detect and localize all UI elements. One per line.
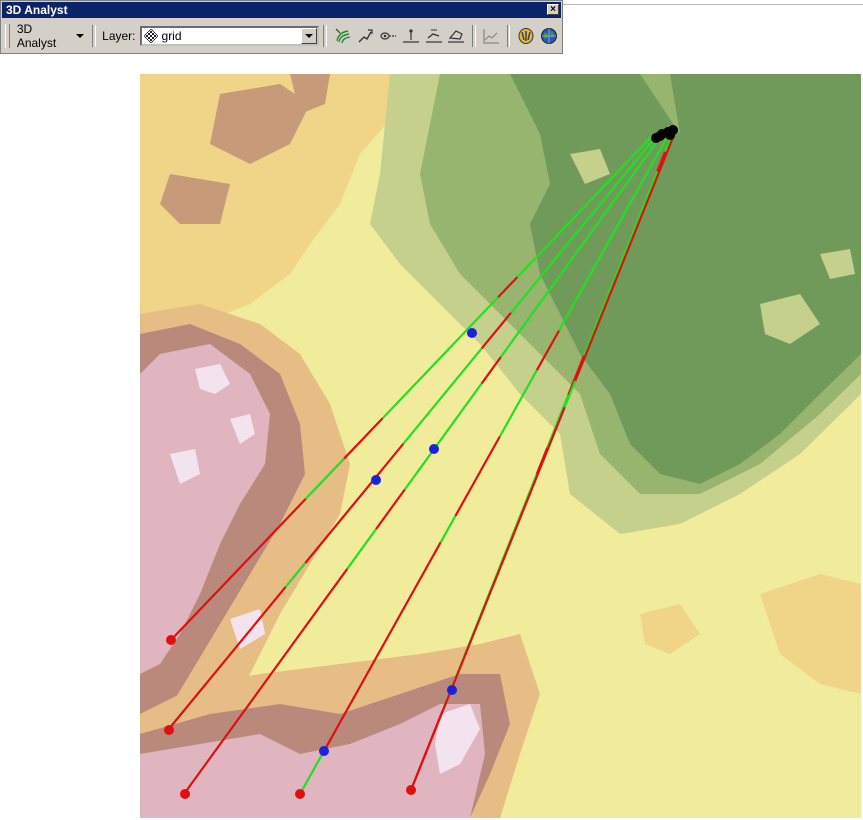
layer-dropdown[interactable]: grid	[139, 26, 320, 46]
target-point[interactable]	[406, 785, 416, 795]
interpolate-polygon-tool-icon	[448, 30, 465, 43]
obstruction-point[interactable]	[447, 685, 457, 695]
toolbar-separator	[323, 25, 328, 47]
3d-analyst-menu-button[interactable]: 3D Analyst	[13, 22, 88, 50]
obstruction-point[interactable]	[319, 746, 329, 756]
toolbar-separator	[471, 25, 476, 47]
steepest-path-tool-icon	[358, 29, 373, 43]
contour-tool-button[interactable]	[332, 25, 353, 47]
elevation-map-canvas[interactable]	[140, 74, 861, 818]
interpolate-point-tool-icon	[402, 29, 419, 43]
interpolate-point-tool-button[interactable]	[400, 25, 421, 47]
obstruction-point[interactable]	[467, 328, 477, 338]
toolbar-separator	[92, 25, 97, 47]
background-window-edge	[563, 0, 863, 5]
layer-label: Layer:	[102, 29, 136, 43]
toolbar-titlebar[interactable]: 3D Analyst ×	[2, 2, 561, 18]
toolbar-row: 3D Analyst Layer: grid	[3, 20, 560, 52]
target-point[interactable]	[166, 635, 176, 645]
chevron-down-icon	[305, 34, 314, 38]
toolbar-separator	[506, 25, 511, 47]
interpolate-line-tool-icon	[425, 29, 442, 43]
observer-point[interactable]	[665, 130, 675, 140]
raster-layer-icon	[143, 29, 158, 43]
profile-graph-tool-button[interactable]	[481, 25, 502, 47]
3d-analyst-toolbar: 3D Analyst × 3D Analyst Layer: grid	[0, 0, 563, 54]
arcscene-launch-button[interactable]	[515, 25, 536, 47]
menu-label: 3D Analyst	[16, 22, 57, 50]
steepest-path-tool-button[interactable]	[355, 25, 376, 47]
layer-selected-value: grid	[161, 29, 182, 43]
line-of-sight-tool-button[interactable]	[378, 25, 399, 47]
observer-point[interactable]	[655, 131, 665, 141]
interpolate-line-tool-button[interactable]	[423, 25, 444, 47]
arcglobe-launch-icon	[540, 28, 557, 44]
target-point[interactable]	[164, 725, 174, 735]
obstruction-point[interactable]	[429, 444, 439, 454]
toolbar-grip[interactable]	[5, 24, 10, 48]
chevron-down-icon	[76, 34, 85, 38]
close-button[interactable]: ×	[547, 4, 559, 15]
arcscene-launch-icon	[518, 28, 534, 44]
target-point[interactable]	[295, 789, 305, 799]
target-point[interactable]	[180, 789, 190, 799]
toolbar-title: 3D Analyst	[6, 3, 68, 17]
obstruction-point[interactable]	[371, 475, 381, 485]
line-of-sight-tool-icon	[380, 32, 397, 40]
contour-tool-icon	[335, 28, 350, 44]
map-display[interactable]	[140, 74, 861, 818]
layer-dropdown-button[interactable]	[301, 28, 318, 44]
interpolate-polygon-tool-button[interactable]	[446, 25, 467, 47]
profile-graph-tool-icon	[483, 29, 500, 44]
arcglobe-launch-button[interactable]	[538, 25, 559, 47]
